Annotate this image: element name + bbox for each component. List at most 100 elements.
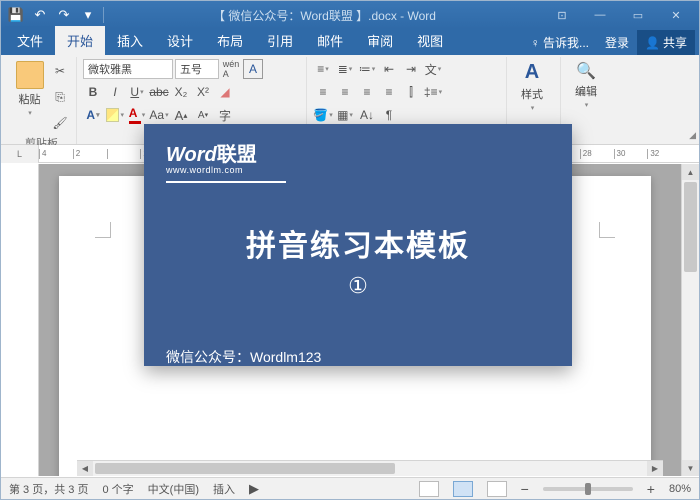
align-left-button[interactable]: ≡ — [313, 82, 333, 102]
qat-customize[interactable]: ▾ — [77, 4, 99, 26]
vertical-ruler[interactable] — [1, 164, 39, 476]
language-indicator[interactable]: 中文(中国) — [148, 481, 199, 497]
print-layout-button[interactable] — [453, 481, 473, 497]
font-color-button[interactable]: A▾ — [127, 105, 147, 125]
user-icon: 👤 — [645, 36, 660, 50]
tab-file[interactable]: 文件 — [5, 26, 55, 55]
tab-review[interactable]: 审阅 — [355, 26, 405, 55]
text-effects-button[interactable]: A▾ — [83, 105, 103, 125]
superscript-button[interactable]: X² — [193, 82, 213, 102]
scroll-down-icon[interactable]: ▼ — [682, 460, 699, 476]
logo-url: www.wordlm.com — [166, 165, 286, 179]
zoom-in-button[interactable]: + — [647, 481, 655, 497]
numbering-button[interactable]: ≣▾ — [335, 59, 355, 79]
bullets-button[interactable]: ≡▾ — [313, 59, 333, 79]
zoom-level[interactable]: 80% — [669, 483, 691, 495]
cover-number: ① — [166, 273, 550, 299]
zoom-out-button[interactable]: − — [521, 481, 529, 497]
maximize-button[interactable]: ▭ — [619, 1, 657, 29]
multilevel-button[interactable]: ≔▾ — [357, 59, 377, 79]
search-icon: 🔍 — [576, 61, 596, 81]
asian-layout-button[interactable]: 文▾ — [423, 59, 443, 79]
align-right-button[interactable]: ≡ — [357, 82, 377, 102]
paste-button[interactable]: 粘贴 ▾ — [13, 59, 46, 119]
styles-button[interactable]: A样式▾ — [513, 59, 551, 114]
tab-home[interactable]: 开始 — [55, 26, 105, 55]
save-button[interactable]: 💾 — [5, 4, 27, 26]
character-border-button[interactable]: A — [243, 59, 263, 79]
scroll-thumb[interactable] — [95, 463, 395, 474]
vertical-scrollbar[interactable]: ▲ ▼ — [681, 164, 699, 476]
cut-button[interactable]: ✂ — [50, 61, 70, 81]
redo-button[interactable]: ↷ — [53, 4, 75, 26]
grow-font-button[interactable]: A▴ — [171, 105, 191, 125]
change-case-button[interactable]: Aa▾ — [149, 105, 169, 125]
align-center-button[interactable]: ≡ — [335, 82, 355, 102]
quick-access-toolbar: 💾 ↶ ↷ ▾ — [5, 4, 106, 26]
format-painter-button[interactable]: 🖌 — [50, 113, 70, 133]
macro-record-icon[interactable]: ▶ — [249, 481, 259, 497]
enclose-char-button[interactable]: 字 — [215, 105, 235, 125]
scroll-up-icon[interactable]: ▲ — [682, 164, 699, 180]
scroll-left-icon[interactable]: ◀ — [77, 461, 93, 476]
ribbon-tabs: 文件 开始 插入 设计 布局 引用 邮件 审阅 视图 ♀ 告诉我... 登录 👤… — [1, 29, 699, 55]
tell-me-button[interactable]: ♀ 告诉我... — [523, 30, 597, 55]
sort-button[interactable]: A↓ — [357, 105, 377, 125]
borders-button[interactable]: ▦▾ — [335, 105, 355, 125]
italic-button[interactable]: I — [105, 82, 125, 102]
minimize-button[interactable]: — — [581, 1, 619, 29]
justify-button[interactable]: ≡ — [379, 82, 399, 102]
login-button[interactable]: 登录 — [597, 30, 637, 55]
tab-references[interactable]: 引用 — [255, 26, 305, 55]
font-size-combo[interactable]: 五号 — [175, 59, 219, 79]
underline-button[interactable]: U▾ — [127, 82, 147, 102]
separator — [103, 7, 104, 23]
insert-mode[interactable]: 插入 — [213, 481, 235, 497]
distribute-button[interactable]: ⫿ — [401, 82, 421, 102]
increase-indent-button[interactable]: ⇥ — [401, 59, 421, 79]
margin-mark-icon — [599, 222, 615, 238]
tab-insert[interactable]: 插入 — [105, 26, 155, 55]
zoom-slider[interactable] — [543, 487, 633, 491]
ribbon-options-button[interactable]: ⊡ — [543, 1, 581, 29]
cover-image: Word联盟 www.wordlm.com 拼音练习本模板 ① 微信公众号：Wo… — [144, 124, 572, 366]
tab-design[interactable]: 设计 — [155, 26, 205, 55]
scroll-thumb[interactable] — [684, 182, 697, 272]
subscript-button[interactable]: X₂ — [171, 82, 191, 102]
clipboard-icon — [16, 61, 44, 89]
line-spacing-button[interactable]: ‡≡▾ — [423, 82, 443, 102]
dialog-launcher-icon[interactable]: ◢ — [689, 130, 696, 141]
cover-subtitle: 微信公众号：Wordlm123 — [166, 347, 550, 367]
share-button[interactable]: 👤共享 — [637, 30, 695, 55]
decrease-indent-button[interactable]: ⇤ — [379, 59, 399, 79]
font-name-combo[interactable]: 微软雅黑 — [83, 59, 173, 79]
highlight-button[interactable]: ▾ — [105, 105, 125, 125]
divider — [166, 181, 286, 183]
shrink-font-button[interactable]: A▾ — [193, 105, 213, 125]
horizontal-scrollbar[interactable]: ◀ ▶ — [77, 460, 663, 476]
clear-format-button[interactable]: ◢ — [215, 82, 235, 102]
undo-button[interactable]: ↶ — [29, 4, 51, 26]
phonetic-guide-button[interactable]: wénA — [221, 59, 241, 79]
window-controls: ⊡ — ▭ ✕ — [543, 1, 695, 29]
logo: Word联盟 — [166, 138, 550, 167]
tab-view[interactable]: 视图 — [405, 26, 455, 55]
read-mode-button[interactable] — [419, 481, 439, 497]
shading-button[interactable]: 🪣▾ — [313, 105, 333, 125]
editing-button[interactable]: 🔍编辑▾ — [567, 59, 605, 111]
scroll-right-icon[interactable]: ▶ — [647, 461, 663, 476]
zoom-handle[interactable] — [585, 483, 591, 495]
web-layout-button[interactable] — [487, 481, 507, 497]
tab-layout[interactable]: 布局 — [205, 26, 255, 55]
tab-mail[interactable]: 邮件 — [305, 26, 355, 55]
close-button[interactable]: ✕ — [657, 1, 695, 29]
copy-button[interactable]: ⎘ — [50, 87, 70, 107]
strikethrough-button[interactable]: abc — [149, 82, 169, 102]
title-bar: 💾 ↶ ↷ ▾ 【 微信公众号：Word联盟 】.docx - Word ⊡ —… — [1, 1, 699, 29]
page-indicator[interactable]: 第 3 页，共 3 页 — [9, 481, 88, 497]
word-count[interactable]: 0 个字 — [102, 481, 133, 497]
show-marks-button[interactable]: ¶ — [379, 105, 399, 125]
cover-title: 拼音练习本模板 — [166, 221, 550, 265]
highlight-icon — [106, 108, 119, 122]
bold-button[interactable]: B — [83, 82, 103, 102]
